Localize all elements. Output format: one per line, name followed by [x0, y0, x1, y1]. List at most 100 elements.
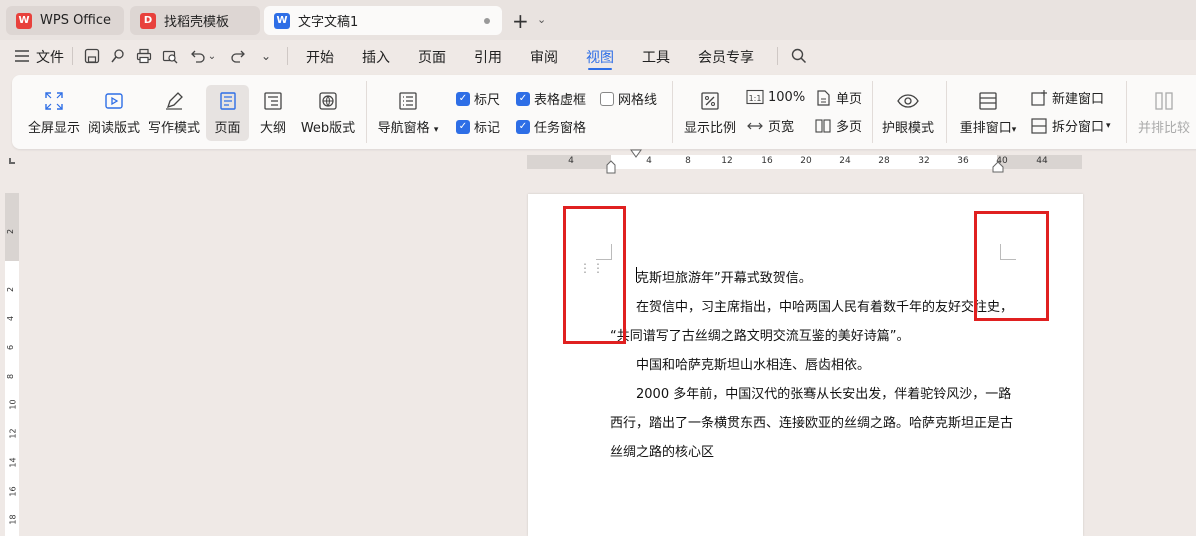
new-tab-plus-icon[interactable]: +: [512, 9, 529, 33]
more-chevron-icon[interactable]: ⌄: [256, 46, 276, 66]
print-icon[interactable]: [134, 46, 154, 66]
fullscreen-button[interactable]: 全屏显示: [28, 85, 80, 141]
divider: [287, 47, 288, 65]
hamburger-icon[interactable]: [12, 46, 32, 66]
menu-review[interactable]: 审阅: [530, 47, 558, 67]
menu-member[interactable]: 会员专享: [698, 47, 754, 67]
menu-tools[interactable]: 工具: [642, 47, 670, 67]
print-preview-icon[interactable]: [160, 46, 180, 66]
first-line-indent-marker-icon[interactable]: [628, 149, 644, 161]
single-page-icon: [814, 89, 832, 107]
zoom-100-button[interactable]: 1:1 100%: [746, 88, 805, 106]
ruler-tick: 36: [957, 156, 969, 166]
new-window-button[interactable]: 新建窗口: [1030, 88, 1104, 107]
fullscreen-label: 全屏显示: [28, 121, 81, 136]
multi-page-button[interactable]: 多页: [814, 116, 862, 135]
highlight-box-right-corner: [974, 211, 1049, 321]
outline-button[interactable]: 大纲: [256, 85, 290, 141]
tab-label: WPS Office: [40, 13, 112, 28]
ruler-tick: 6: [6, 344, 16, 351]
chevron-down-icon: ▾: [1106, 120, 1111, 131]
tab-docer-templates[interactable]: D 找稻壳模板: [130, 6, 260, 35]
tab-list-chevron-icon[interactable]: ⌄: [537, 13, 546, 26]
ruler-tick: 10: [8, 399, 18, 410]
left-indent-marker-icon[interactable]: [603, 149, 619, 179]
docer-logo-icon: D: [140, 12, 156, 29]
page-width-button[interactable]: 页宽: [746, 116, 794, 135]
search-icon[interactable]: [789, 46, 809, 66]
multi-page-icon: [814, 117, 832, 135]
web-layout-label: Web版式: [300, 121, 356, 136]
format-painter-icon[interactable]: [108, 46, 128, 66]
menu-page[interactable]: 页面: [418, 47, 446, 67]
markup-checkbox[interactable]: ✓ 标记: [456, 117, 500, 136]
paragraph[interactable]: 西行，踏出了一条横贯东西、连接欧亚的丝绸之路。哈萨克斯坦正是古: [610, 412, 1013, 431]
table-gridlines-checkbox[interactable]: ✓ 表格虚框: [516, 89, 586, 108]
zoom-button[interactable]: 显示比例: [682, 85, 738, 141]
active-menu-underline: [588, 68, 612, 70]
menu-insert[interactable]: 插入: [362, 47, 390, 67]
tab-stop-selector-icon[interactable]: [9, 158, 15, 164]
arrange-window-icon: [975, 88, 1001, 114]
ruler-tick: 16: [761, 156, 773, 166]
reading-layout-label: 阅读版式: [88, 121, 141, 136]
divider: [777, 47, 778, 65]
page-view-button[interactable]: 页面: [206, 85, 249, 141]
ruler-tick: 4: [6, 315, 16, 322]
unsaved-dot-icon: [484, 18, 490, 24]
gridlines-checkbox[interactable]: 网格线: [600, 89, 657, 108]
ruler-tick: 2: [6, 228, 16, 235]
ruler-tick: 4: [646, 156, 652, 166]
split-window-icon: [1030, 117, 1048, 135]
checkbox-unchecked-icon: [600, 91, 614, 106]
task-pane-checkbox[interactable]: ✓ 任务窗格: [516, 117, 586, 136]
view-ribbon: 全屏显示 阅读版式 写作模式 页面 大纲 Web版式 导航窗格 ▾ ✓ 标尺 ✓…: [12, 75, 1196, 149]
side-by-side-label: 并排比较: [1137, 121, 1190, 136]
single-page-button[interactable]: 单页: [814, 88, 862, 107]
paragraph[interactable]: 克斯坦旅游年”开幕式致贺信。: [636, 267, 812, 286]
divider: [872, 81, 873, 143]
nav-pane-icon: [395, 88, 421, 114]
undo-chevron-icon[interactable]: ⌄: [206, 46, 218, 66]
menu-references[interactable]: 引用: [474, 47, 502, 67]
side-by-side-button[interactable]: 并排比较: [1136, 85, 1192, 141]
right-indent-marker-icon[interactable]: [990, 160, 1006, 174]
page-width-label: 页宽: [768, 120, 795, 135]
writing-mode-button[interactable]: 写作模式: [148, 85, 200, 141]
paragraph[interactable]: 在贺信中，习主席指出，中哈两国人民有着数千年的友好交往史，: [636, 296, 1013, 315]
arrange-window-button[interactable]: 重排窗口▾: [956, 85, 1020, 141]
nav-pane-button[interactable]: 导航窗格 ▾: [376, 85, 440, 141]
web-layout-button[interactable]: Web版式: [300, 85, 356, 141]
menu-view[interactable]: 视图: [586, 47, 614, 67]
ruler-checkbox[interactable]: ✓ 标尺: [456, 89, 500, 108]
split-window-label: 拆分窗口: [1052, 120, 1105, 135]
ruler-tick: 4: [568, 156, 574, 166]
redo-icon[interactable]: [228, 46, 248, 66]
tab-wps-office[interactable]: W WPS Office: [6, 6, 124, 35]
paragraph[interactable]: 丝绸之路的核心区: [610, 441, 714, 460]
arrange-window-text: 重排窗口: [959, 121, 1012, 136]
checkbox-checked-icon: ✓: [456, 91, 470, 106]
paragraph[interactable]: 中国和哈萨克斯坦山水相连、唇齿相依。: [636, 354, 870, 373]
paragraph[interactable]: “共同谱写了古丝绸之路文明交流互鉴的美好诗篇”。: [610, 325, 909, 344]
reading-layout-button[interactable]: 阅读版式: [88, 85, 140, 141]
paragraph[interactable]: 2000 多年前，中国汉代的张骞从长安出发，伴着驼铃风沙，一路: [636, 383, 1011, 402]
tab-document-1[interactable]: W 文字文稿1: [264, 6, 502, 35]
undo-icon[interactable]: [188, 46, 208, 66]
fullscreen-icon: [41, 88, 67, 114]
svg-text:1:1: 1:1: [749, 94, 762, 103]
checkbox-checked-icon: ✓: [516, 91, 530, 106]
ruler-tick: 28: [878, 156, 890, 166]
page-view-label: 页面: [214, 121, 241, 136]
ruler-tick: 44: [1036, 156, 1048, 166]
eye-protection-button[interactable]: 护眼模式: [880, 85, 936, 141]
menu-file[interactable]: 文件: [36, 47, 64, 67]
vertical-ruler[interactable]: 2 2 4 6 8 10 12 14 16 18: [5, 193, 19, 536]
menu-home[interactable]: 开始: [306, 47, 334, 67]
new-window-icon: [1030, 89, 1048, 107]
split-window-button[interactable]: 拆分窗口 ▾: [1030, 116, 1111, 135]
eye-protection-label: 护眼模式: [881, 121, 934, 136]
single-page-label: 单页: [836, 92, 863, 107]
chevron-down-icon: ▾: [1011, 125, 1017, 135]
save-icon[interactable]: [82, 46, 102, 66]
